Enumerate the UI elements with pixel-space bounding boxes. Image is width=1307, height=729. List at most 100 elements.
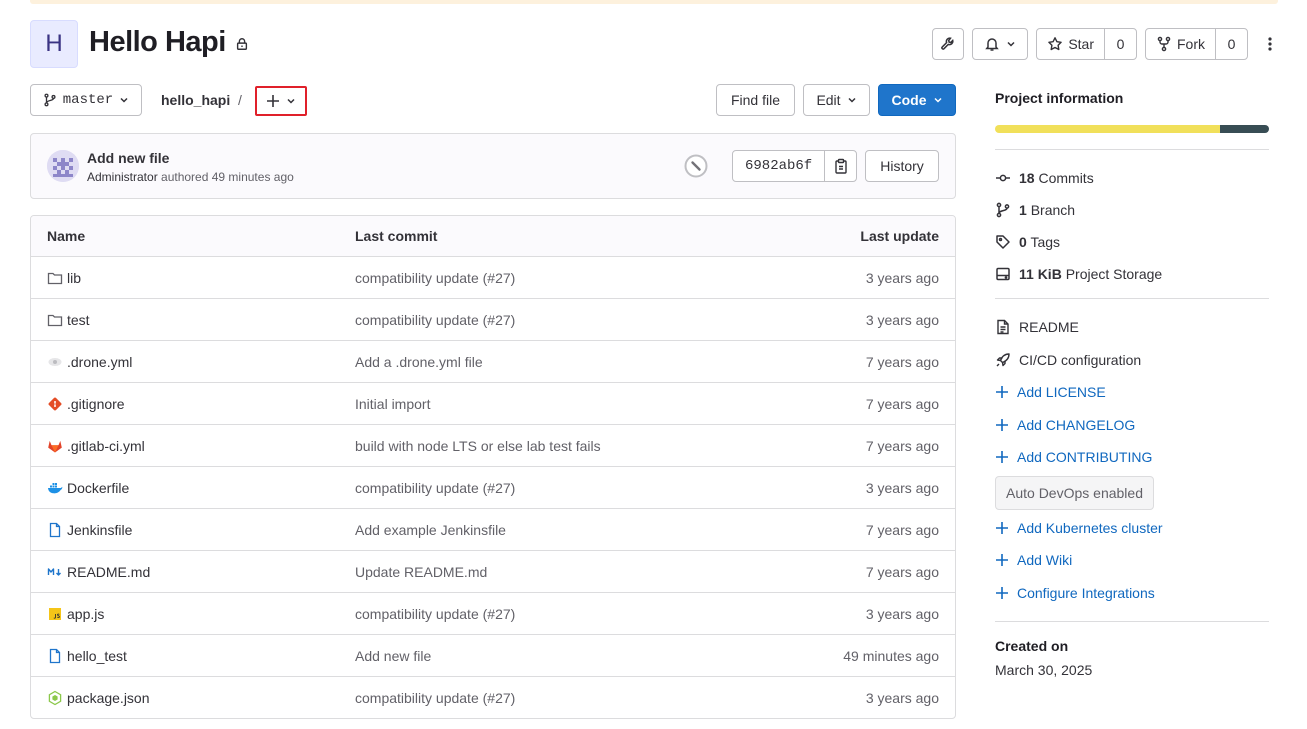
table-row[interactable]: README.md Update README.md 7 years ago: [31, 551, 955, 593]
branch-icon: [996, 202, 1010, 218]
table-row[interactable]: .gitignore Initial import 7 years ago: [31, 383, 955, 425]
stat-value: 1: [1019, 202, 1027, 218]
edit-label: Edit: [816, 92, 841, 108]
auto-devops-badge[interactable]: Auto DevOps enabled: [995, 475, 1154, 510]
file-last-update: 3 years ago: [865, 479, 939, 496]
author-avatar[interactable]: [47, 150, 79, 182]
folder-icon: [47, 270, 63, 286]
file-last-commit[interactable]: Add example Jenkinsfile: [355, 522, 506, 538]
file-name-cell[interactable]: hello_test: [47, 648, 127, 664]
file-name-cell[interactable]: Dockerfile: [47, 480, 129, 496]
add-changelog-link[interactable]: Add CHANGELOG: [995, 409, 1269, 442]
fork-count[interactable]: 0: [1215, 29, 1247, 59]
chevron-down-icon: [287, 98, 295, 104]
file-last-commit[interactable]: Add new file: [355, 648, 431, 664]
table-row[interactable]: .gitlab-ci.yml build with node LTS or els…: [31, 425, 955, 467]
edit-dropdown-button[interactable]: Edit: [803, 84, 870, 116]
table-row[interactable]: hello_test Add new file 49 minutes ago: [31, 635, 955, 677]
project-avatar[interactable]: H: [30, 20, 78, 68]
fork-button-group: Fork 0: [1145, 28, 1248, 60]
file-last-commit[interactable]: Initial import: [355, 396, 430, 412]
language-segment[interactable]: [1219, 125, 1269, 133]
git-icon: [47, 396, 63, 412]
chevron-down-icon: [1007, 41, 1015, 47]
commit-title[interactable]: Add new file: [87, 150, 169, 166]
readme-label: README: [1019, 319, 1079, 336]
table-row[interactable]: test compatibility update (#27) 3 years ag…: [31, 299, 955, 341]
file-name: .gitlab-ci.yml: [67, 437, 145, 454]
add-contributing-label: Add CONTRIBUTING: [1017, 449, 1153, 466]
star-button[interactable]: Star: [1037, 29, 1104, 59]
file-name-cell[interactable]: .gitignore: [47, 396, 125, 412]
file-name-cell[interactable]: package.json: [47, 690, 150, 706]
file-tree-table: Name Last commit Last update lib compatib…: [30, 215, 956, 719]
file-name-cell[interactable]: Jenkinsfile: [47, 522, 132, 538]
file-name-cell[interactable]: test: [47, 312, 90, 328]
commit-sha[interactable]: 6982ab6f: [733, 151, 824, 181]
star-button-group: Star 0: [1036, 28, 1137, 60]
plus-icon: [996, 586, 1008, 599]
file-name: .gitignore: [67, 395, 125, 412]
pipeline-status-icon[interactable]: [684, 154, 708, 178]
add-license-link[interactable]: Add LICENSE: [995, 376, 1269, 409]
language-segment[interactable]: [995, 125, 1220, 133]
file-last-update: 7 years ago: [865, 395, 939, 412]
markdown-icon: [47, 564, 63, 580]
file-name: hello_test: [67, 647, 127, 664]
table-row[interactable]: Jenkinsfile Add example Jenkinsfile 7 year…: [31, 509, 955, 551]
star-count[interactable]: 0: [1104, 29, 1136, 59]
file-name-cell[interactable]: .drone.yml: [47, 354, 132, 370]
find-file-button[interactable]: Find file: [716, 84, 795, 116]
stat-storage[interactable]: 11 KiB Project Storage: [995, 258, 1269, 290]
file-name-cell[interactable]: .gitlab-ci.yml: [47, 438, 145, 454]
history-button[interactable]: History: [865, 150, 939, 182]
header-last-update: Last update: [860, 228, 939, 244]
plus-icon: [267, 95, 279, 107]
settings-button[interactable]: [932, 28, 965, 60]
cicd-link[interactable]: CI/CD configuration: [995, 344, 1269, 377]
copy-sha-button[interactable]: [824, 151, 856, 181]
file-last-commit[interactable]: compatibility update (#27): [355, 270, 515, 286]
project-links: README CI/CD configuration Add LICENSE A…: [995, 311, 1269, 609]
add-to-tree-button[interactable]: [255, 86, 307, 116]
fork-button[interactable]: Fork: [1146, 29, 1215, 59]
table-row[interactable]: app.js compatibility update (#27) 3 years …: [31, 593, 955, 635]
stat-branches[interactable]: 1 Branch: [995, 194, 1269, 226]
drone-icon: [47, 354, 63, 370]
breadcrumb-root[interactable]: hello_hapi: [161, 92, 230, 108]
table-row[interactable]: .drone.yml Add a .drone.yml file 7 years a…: [31, 341, 955, 383]
chevron-down-icon: [120, 97, 128, 103]
file-last-update: 49 minutes ago: [843, 647, 939, 664]
stat-label: Commits: [1038, 170, 1094, 186]
identicon-icon: [47, 150, 79, 182]
file-name-cell[interactable]: app.js: [47, 606, 104, 622]
chevron-down-icon: [933, 97, 942, 103]
add-wiki-link[interactable]: Add Wiki: [995, 544, 1269, 577]
file-last-commit[interactable]: compatibility update (#27): [355, 480, 515, 496]
file-last-commit[interactable]: build with node LTS or else lab test fai…: [355, 438, 601, 454]
commit-author[interactable]: Administrator: [87, 170, 158, 184]
add-contributing-link[interactable]: Add CONTRIBUTING: [995, 441, 1269, 474]
branch-selector[interactable]: master: [30, 84, 142, 116]
file-last-commit[interactable]: compatibility update (#27): [355, 312, 515, 328]
file-last-commit[interactable]: Update README.md: [355, 564, 487, 580]
stat-commits[interactable]: 18 Commits: [995, 162, 1269, 194]
file-name: test: [67, 311, 90, 328]
file-last-commit[interactable]: Add a .drone.yml file: [355, 354, 483, 370]
table-row[interactable]: Dockerfile compatibility update (#27) 3 ye…: [31, 467, 955, 509]
readme-link[interactable]: README: [995, 311, 1269, 344]
file-name-cell[interactable]: lib: [47, 270, 81, 286]
file-last-commit[interactable]: compatibility update (#27): [355, 690, 515, 706]
project-info-title: Project information: [995, 90, 1124, 106]
stat-tags[interactable]: 0 Tags: [995, 226, 1269, 258]
file-last-commit[interactable]: compatibility update (#27): [355, 606, 515, 622]
file-name-cell[interactable]: README.md: [47, 564, 150, 580]
table-row[interactable]: lib compatibility update (#27) 3 years ago: [31, 257, 955, 299]
language-bar[interactable]: [995, 125, 1269, 133]
add-kubernetes-link[interactable]: Add Kubernetes cluster: [995, 512, 1269, 545]
configure-integrations-link[interactable]: Configure Integrations: [995, 577, 1269, 610]
notifications-button[interactable]: [972, 28, 1029, 60]
table-row[interactable]: package.json compatibility update (#27) 3 …: [31, 677, 955, 718]
more-actions-button[interactable]: [1262, 28, 1278, 60]
code-dropdown-button[interactable]: Code: [878, 84, 956, 116]
